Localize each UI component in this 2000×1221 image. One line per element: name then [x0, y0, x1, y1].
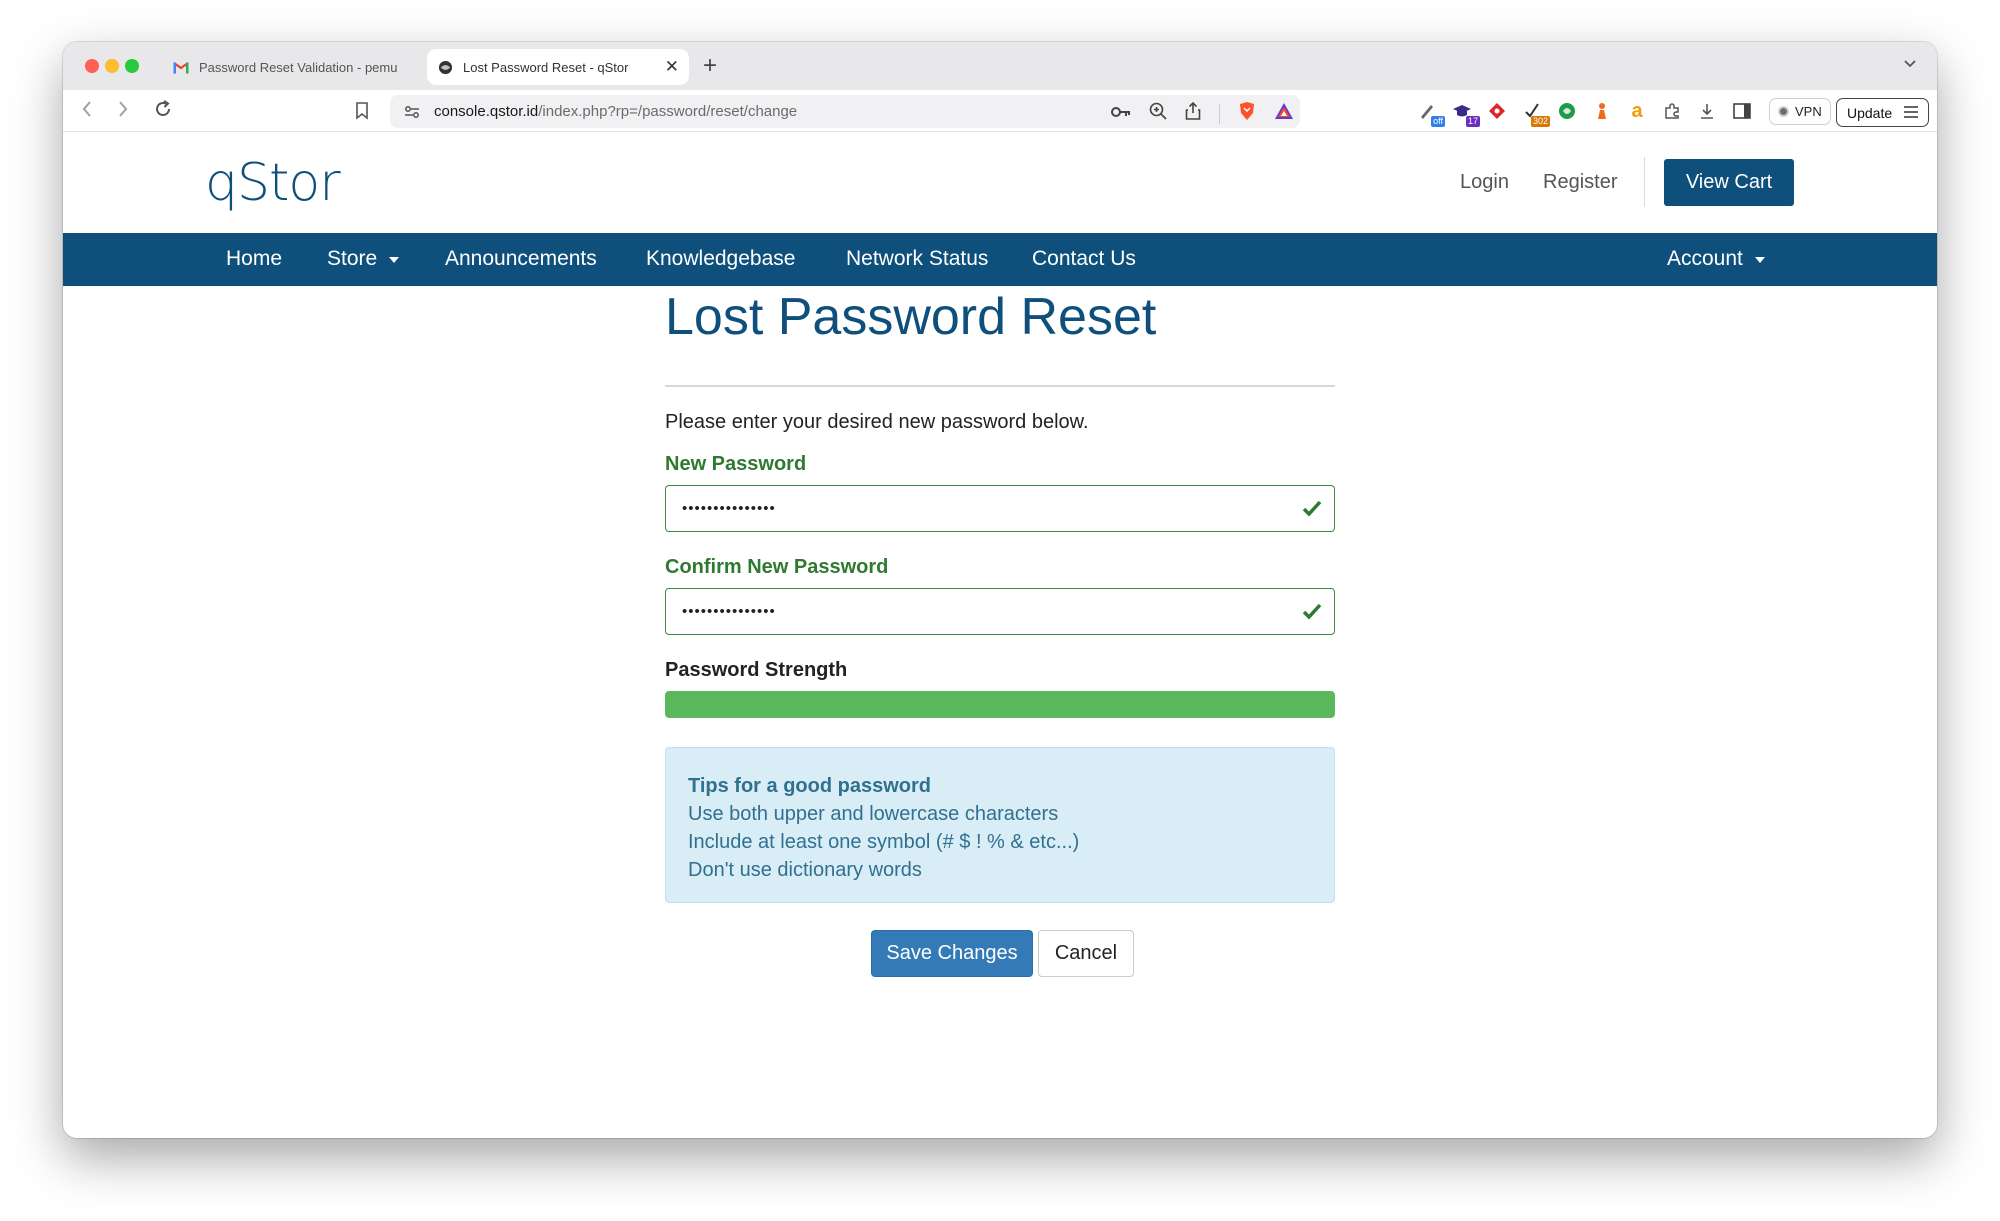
nav-home[interactable]: Home: [226, 247, 282, 271]
hamburger-menu-icon: [1904, 105, 1919, 121]
site-settings-icon[interactable]: [404, 104, 420, 120]
chess-icon[interactable]: [1590, 99, 1614, 123]
vpn-label: VPN: [1795, 104, 1822, 119]
nav-announcements[interactable]: Announcements: [445, 247, 597, 271]
nav-label: Account: [1667, 247, 1743, 270]
toolbar-divider: [1219, 103, 1220, 124]
extension-badge: 17: [1465, 116, 1480, 127]
nav-label: Contact Us: [1032, 247, 1136, 270]
caret-down-icon: [389, 257, 400, 263]
nav-contact-us[interactable]: Contact Us: [1032, 247, 1136, 271]
nav-label: Knowledgebase: [646, 247, 796, 270]
password-strength-label: Password Strength: [665, 659, 848, 681]
chevron-down-icon[interactable]: [1903, 56, 1917, 74]
header-divider: [1644, 157, 1645, 207]
tips-title: Tips for a good password: [688, 775, 931, 797]
update-label: Update: [1847, 104, 1893, 121]
close-window-button[interactable]: [85, 59, 99, 73]
new-tab-button[interactable]: +: [703, 52, 717, 80]
page-title: Lost Password Reset: [665, 288, 1157, 346]
password-dots: •••••••••••••••: [682, 603, 776, 620]
caret-down-icon: [1754, 257, 1765, 263]
graduation-cap-icon[interactable]: 17: [1450, 99, 1480, 127]
url-domain: console.qstor.id: [434, 103, 539, 120]
web-page: qStor Login Register View Cart Home Stor…: [63, 133, 1937, 1138]
check-icon: [1302, 499, 1322, 521]
vpn-button[interactable]: VPN: [1769, 98, 1831, 125]
nav-label: Store: [327, 247, 378, 270]
checkmark-icon[interactable]: 302: [1520, 99, 1550, 127]
nav-knowledgebase[interactable]: Knowledgebase: [646, 247, 795, 271]
view-cart-button[interactable]: View Cart: [1664, 159, 1794, 206]
password-tips-box: Tips for a good password Use both upper …: [665, 747, 1335, 903]
address-bar-actions: [1111, 101, 1294, 126]
vpn-status-icon: [1778, 106, 1789, 117]
new-password-label: New Password: [665, 453, 807, 475]
password-strength-bar: [665, 691, 1335, 718]
zoom-window-button[interactable]: [125, 59, 139, 73]
extensions-bar: off 17 302 a: [1415, 99, 1754, 127]
tab-label: Lost Password Reset - qStor: [463, 59, 629, 75]
brave-rewards-icon[interactable]: [1274, 102, 1294, 125]
intro-text: Please enter your desired new password b…: [665, 411, 1089, 433]
tip-item: Include at least one symbol (# $ ! % & e…: [688, 831, 1080, 853]
browser-toolbar: console.qstor.id/index.php?rp=/password/…: [63, 90, 1937, 132]
password-strength-fill: [665, 691, 1335, 718]
nav-store[interactable]: Store: [327, 247, 400, 271]
password-dots: •••••••••••••••: [682, 500, 776, 517]
red-diamond-icon[interactable]: [1485, 99, 1509, 123]
zoom-icon[interactable]: [1149, 102, 1167, 125]
browser-window: Password Reset Validation - pemu Lost Pa…: [63, 42, 1937, 1138]
share-icon[interactable]: [1185, 101, 1201, 125]
tab-label: Password Reset Validation - pemu: [199, 59, 398, 75]
login-link[interactable]: Login: [1460, 171, 1509, 194]
confirm-password-input[interactable]: •••••••••••••••: [665, 588, 1335, 635]
sidebar-icon[interactable]: [1730, 99, 1754, 123]
bookmark-icon[interactable]: [355, 102, 369, 125]
gmail-icon: [173, 59, 189, 75]
tip-item: Don't use dictionary words: [688, 859, 922, 881]
nav-label: Network Status: [846, 247, 989, 270]
update-button[interactable]: Update: [1836, 98, 1930, 127]
key-icon[interactable]: [1111, 105, 1131, 123]
tab-password-reset-validation[interactable]: Password Reset Validation - pemu: [163, 49, 423, 85]
confirm-password-label: Confirm New Password: [665, 556, 889, 578]
tip-item: Use both upper and lowercase characters: [688, 803, 1059, 825]
brand-logo[interactable]: qStor: [205, 153, 341, 213]
back-button[interactable]: [81, 99, 93, 125]
pen-icon[interactable]: off: [1415, 99, 1445, 127]
download-icon[interactable]: [1695, 99, 1719, 123]
extension-badge: off: [1431, 116, 1445, 127]
minimize-window-button[interactable]: [105, 59, 119, 73]
check-icon: [1302, 602, 1322, 624]
tab-bar: Password Reset Validation - pemu Lost Pa…: [63, 42, 1937, 90]
nav-account[interactable]: Account: [1667, 247, 1765, 271]
extension-badge: 302: [1530, 116, 1550, 127]
tab-lost-password-reset[interactable]: Lost Password Reset - qStor ✕: [427, 49, 689, 85]
reload-icon[interactable]: [153, 99, 173, 125]
save-changes-button[interactable]: Save Changes: [871, 930, 1033, 977]
cancel-button[interactable]: Cancel: [1038, 930, 1134, 977]
title-divider: [665, 385, 1335, 387]
nav-network-status[interactable]: Network Status: [846, 247, 988, 271]
register-link[interactable]: Register: [1543, 171, 1617, 194]
nav-label: Announcements: [445, 247, 597, 270]
globe-icon: [437, 59, 453, 75]
close-tab-icon[interactable]: ✕: [665, 57, 679, 77]
url-path: /index.php?rp=/password/reset/change: [538, 103, 798, 120]
green-circle-icon[interactable]: [1555, 99, 1579, 123]
amazon-icon[interactable]: a: [1625, 99, 1649, 123]
main-navigation: Home Store Announcements Knowledgebase N…: [63, 233, 1937, 286]
puzzle-icon[interactable]: [1660, 99, 1684, 123]
forward-button[interactable]: [117, 99, 129, 125]
brave-shields-icon[interactable]: [1238, 101, 1256, 126]
new-password-input[interactable]: •••••••••••••••: [665, 485, 1335, 532]
nav-label: Home: [226, 247, 283, 270]
